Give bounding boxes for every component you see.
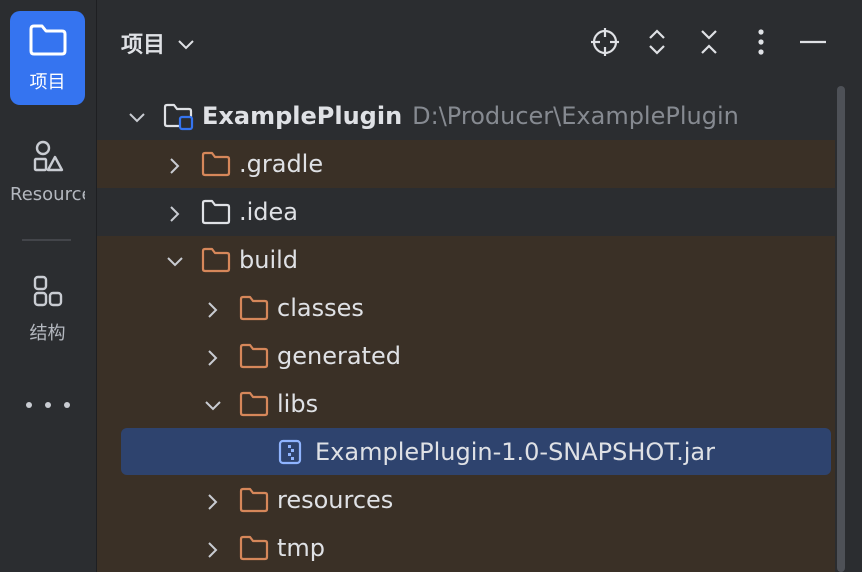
tree-item-label: tmp bbox=[277, 534, 326, 562]
tree-item-label: libs bbox=[277, 390, 319, 418]
excluded-folder-icon bbox=[201, 247, 231, 273]
tree-item-label: classes bbox=[277, 294, 364, 322]
scrollbar-thumb[interactable] bbox=[837, 86, 845, 572]
strip-divider bbox=[22, 239, 71, 241]
tree-item-generated[interactable]: generated bbox=[97, 332, 835, 380]
structure-icon bbox=[31, 274, 65, 313]
folder-icon bbox=[201, 199, 231, 225]
tree-item-label: .gradle bbox=[239, 150, 324, 178]
chevron-right-icon[interactable] bbox=[203, 538, 223, 558]
chevron-down-icon[interactable] bbox=[165, 250, 185, 270]
chevron-down-icon[interactable] bbox=[127, 106, 147, 126]
chevron-right-icon[interactable] bbox=[203, 490, 223, 510]
root-name: ExamplePlugin bbox=[202, 102, 403, 130]
chevron-down-icon bbox=[177, 31, 195, 56]
folder-icon bbox=[28, 23, 68, 62]
chevron-down-icon[interactable] bbox=[203, 394, 223, 414]
jar-archive-icon bbox=[277, 439, 303, 465]
tree-item-label: generated bbox=[277, 342, 401, 370]
excluded-folder-icon bbox=[239, 343, 269, 369]
tree-item-label: resources bbox=[277, 486, 394, 514]
more-options-icon[interactable] bbox=[741, 22, 781, 62]
excluded-folder-icon bbox=[239, 391, 269, 417]
expand-all-icon[interactable] bbox=[637, 22, 677, 62]
excluded-folder-icon bbox=[239, 487, 269, 513]
project-panel-header: 项目 bbox=[97, 0, 862, 84]
tree-root-item[interactable]: ExamplePlugin D:\Producer\ExamplePlugin bbox=[97, 92, 835, 140]
chevron-right-icon[interactable] bbox=[165, 202, 185, 222]
project-tool-label: 项目 bbox=[29, 71, 66, 93]
project-tool-button[interactable]: 项目 bbox=[10, 11, 85, 105]
excluded-folder-icon bbox=[201, 151, 231, 177]
resources-tool-button[interactable]: Resources bbox=[10, 125, 85, 219]
tree-item-label: .idea bbox=[239, 198, 299, 226]
resources-tool-label: Resources bbox=[10, 184, 85, 205]
module-folder-icon bbox=[163, 102, 194, 131]
shapes-icon bbox=[31, 139, 65, 178]
locate-icon[interactable] bbox=[585, 22, 625, 62]
tool-window-strip: 项目 Resources 结构 bbox=[0, 0, 97, 572]
structure-tool-button[interactable]: 结构 bbox=[10, 262, 85, 356]
root-path: D:\Producer\ExamplePlugin bbox=[412, 102, 739, 130]
collapse-all-icon[interactable] bbox=[689, 22, 729, 62]
structure-tool-label: 结构 bbox=[29, 322, 66, 344]
tree-item-build[interactable]: build bbox=[97, 236, 835, 284]
chevron-right-icon[interactable] bbox=[203, 346, 223, 366]
chevron-right-icon[interactable] bbox=[203, 298, 223, 318]
tree-item-gradle[interactable]: .gradle bbox=[97, 140, 835, 188]
tree-item-label: build bbox=[239, 246, 299, 274]
excluded-folder-icon bbox=[239, 295, 269, 321]
panel-title: 项目 bbox=[121, 33, 166, 58]
view-selector[interactable]: 项目 bbox=[121, 27, 195, 59]
tree-item-idea[interactable]: .idea bbox=[97, 188, 835, 236]
tree-item-jar-selected[interactable]: ExamplePlugin-1.0-SNAPSHOT.jar bbox=[121, 428, 831, 475]
tree-item-resources[interactable]: resources bbox=[97, 476, 835, 524]
tree-item-label: ExamplePlugin-1.0-SNAPSHOT.jar bbox=[315, 437, 716, 466]
excluded-folder-icon bbox=[239, 535, 269, 561]
minimize-icon[interactable] bbox=[793, 22, 833, 62]
more-tools-icon[interactable] bbox=[26, 390, 70, 420]
tree-item-classes[interactable]: classes bbox=[97, 284, 835, 332]
chevron-right-icon[interactable] bbox=[165, 154, 185, 174]
tree-item-tmp[interactable]: tmp bbox=[97, 524, 835, 572]
tree-item-libs[interactable]: libs bbox=[97, 380, 835, 428]
